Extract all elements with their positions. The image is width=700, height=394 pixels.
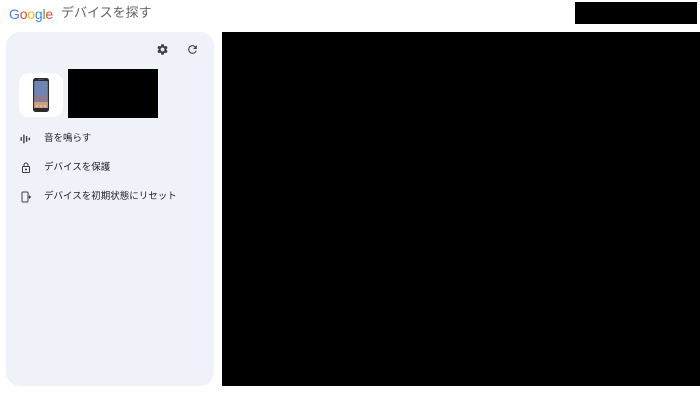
bottom-edge bbox=[0, 386, 700, 394]
top-bar: Google デバイスを探す bbox=[0, 0, 700, 30]
settings-button[interactable] bbox=[153, 40, 171, 58]
find-my-device-app: Google デバイスを探す 音を鳴らす デバイスを保護 デバイスを初期状態にリ… bbox=[0, 0, 700, 394]
device-thumbnail[interactable] bbox=[19, 73, 63, 117]
map-redacted[interactable] bbox=[222, 32, 700, 386]
factory-reset-button[interactable]: デバイスを初期状態にリセット bbox=[18, 186, 208, 208]
gear-icon bbox=[156, 43, 168, 55]
play-sound-button[interactable]: 音を鳴らす bbox=[18, 128, 208, 150]
lock-icon bbox=[18, 160, 34, 176]
secure-device-label: デバイスを保護 bbox=[44, 162, 111, 173]
secure-device-button[interactable]: デバイスを保護 bbox=[18, 157, 208, 179]
sound-wave-icon bbox=[18, 131, 34, 147]
phone-icon bbox=[33, 78, 49, 112]
refresh-button[interactable] bbox=[183, 40, 201, 58]
device-panel: 音を鳴らす デバイスを保護 デバイスを初期状態にリセット bbox=[6, 32, 214, 386]
account-redacted[interactable] bbox=[575, 2, 697, 24]
refresh-icon bbox=[187, 44, 197, 54]
logo-letter: o bbox=[27, 6, 35, 22]
logo-letter: e bbox=[45, 6, 53, 22]
google-logo[interactable]: Google bbox=[9, 6, 53, 22]
device-name-redacted bbox=[68, 69, 158, 118]
play-sound-label: 音を鳴らす bbox=[44, 133, 92, 144]
reset-phone-icon bbox=[18, 189, 34, 205]
logo-letter: G bbox=[9, 6, 20, 22]
factory-reset-label: デバイスを初期状態にリセット bbox=[44, 191, 177, 202]
page-title: デバイスを探す bbox=[61, 6, 152, 21]
